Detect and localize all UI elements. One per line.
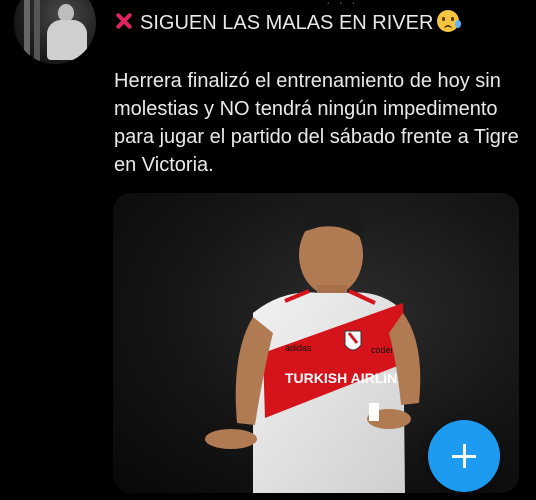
sponsor-left-text: adidas (285, 343, 312, 353)
cross-mark-icon (114, 11, 134, 31)
tweet-headline: SIGUEN LAS MALAS EN RIVER (114, 10, 462, 35)
tweet-body: Herrera finalizó el entrenamiento de hoy… (114, 70, 519, 176)
jersey-text: TURKISH AIRLINES (285, 370, 416, 386)
profile-avatar[interactable] (14, 0, 96, 64)
headline-text: SIGUEN LAS MALAS EN RIVER (140, 12, 434, 34)
sad-tear-emoji-icon (437, 10, 462, 32)
more-options-icon[interactable]: · · · (326, 0, 358, 10)
compose-tweet-button[interactable] (428, 420, 500, 492)
